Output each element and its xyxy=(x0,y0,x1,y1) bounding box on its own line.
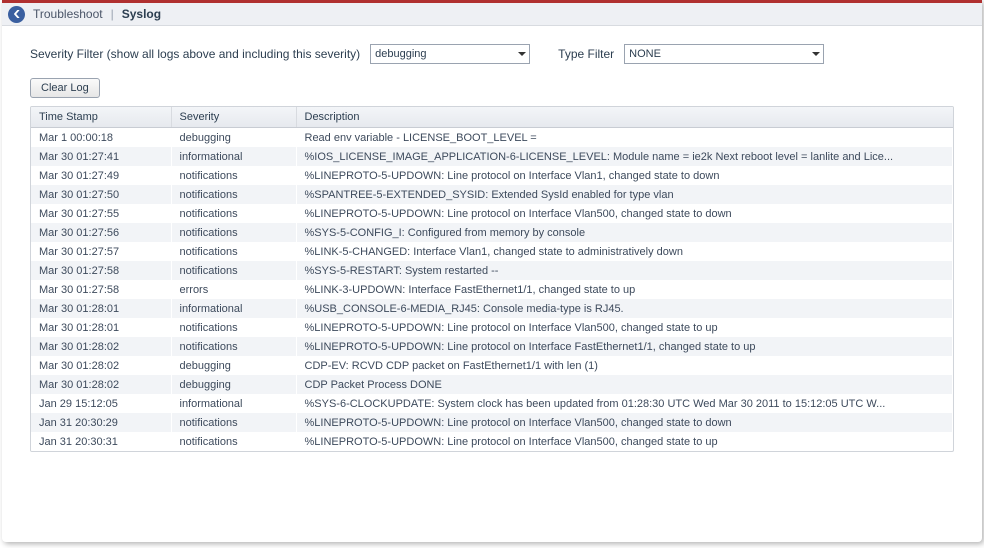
table-row[interactable]: Mar 30 01:28:01notifications%LINEPROTO-5… xyxy=(31,318,953,337)
chevron-down-icon xyxy=(812,52,820,56)
chevron-down-icon xyxy=(518,52,526,56)
cell-timestamp: Mar 30 01:27:58 xyxy=(31,280,171,299)
cell-timestamp: Mar 30 01:27:55 xyxy=(31,204,171,223)
table-header-row: Time Stamp Severity Description xyxy=(31,107,953,128)
cell-timestamp: Mar 30 01:27:41 xyxy=(31,147,171,166)
syslog-table-container: Time Stamp Severity Description Mar 1 00… xyxy=(30,106,954,452)
cell-severity: notifications xyxy=(171,318,296,337)
clear-log-button[interactable]: Clear Log xyxy=(30,78,100,98)
cell-severity: errors xyxy=(171,280,296,299)
cell-description: CDP-EV: RCVD CDP packet on FastEthernet1… xyxy=(296,356,953,375)
cell-severity: notifications xyxy=(171,204,296,223)
cell-severity: notifications xyxy=(171,413,296,432)
cell-timestamp: Jan 31 20:30:29 xyxy=(31,413,171,432)
table-row[interactable]: Jan 29 15:12:05informational%SYS-6-CLOCK… xyxy=(31,394,953,413)
cell-timestamp: Mar 30 01:27:56 xyxy=(31,223,171,242)
table-row[interactable]: Mar 30 01:28:02debuggingCDP-EV: RCVD CDP… xyxy=(31,356,953,375)
cell-severity: notifications xyxy=(171,166,296,185)
cell-timestamp: Mar 30 01:27:50 xyxy=(31,185,171,204)
cell-severity: debugging xyxy=(171,375,296,394)
table-row[interactable]: Mar 30 01:27:58errors%LINK-3-UPDOWN: Int… xyxy=(31,280,953,299)
cell-timestamp: Mar 30 01:27:57 xyxy=(31,242,171,261)
breadcrumb-parent[interactable]: Troubleshoot xyxy=(33,7,103,21)
filter-row: Severity Filter (show all logs above and… xyxy=(30,44,954,64)
table-row[interactable]: Jan 31 20:30:31notifications%LINEPROTO-5… xyxy=(31,432,953,451)
topbar: Troubleshoot | Syslog xyxy=(2,0,982,26)
cell-description: %IOS_LICENSE_IMAGE_APPLICATION-6-LICENSE… xyxy=(296,147,953,166)
cell-severity: notifications xyxy=(171,223,296,242)
table-row[interactable]: Mar 30 01:27:57notifications%LINK-5-CHAN… xyxy=(31,242,953,261)
cell-severity: notifications xyxy=(171,242,296,261)
severity-filter-value: debugging xyxy=(375,48,426,60)
cell-severity: notifications xyxy=(171,432,296,451)
syslog-table: Time Stamp Severity Description Mar 1 00… xyxy=(31,107,953,451)
type-filter-label: Type Filter xyxy=(558,47,614,61)
cell-description: %LINEPROTO-5-UPDOWN: Line protocol on In… xyxy=(296,432,953,451)
cell-timestamp: Mar 30 01:28:02 xyxy=(31,337,171,356)
cell-severity: debugging xyxy=(171,356,296,375)
table-row[interactable]: Mar 30 01:28:02debuggingCDP Packet Proce… xyxy=(31,375,953,394)
breadcrumb-separator: | xyxy=(111,7,114,21)
table-row[interactable]: Mar 30 01:27:50notifications%SPANTREE-5-… xyxy=(31,185,953,204)
cell-description: %LINEPROTO-5-UPDOWN: Line protocol on In… xyxy=(296,318,953,337)
cell-timestamp: Mar 30 01:28:02 xyxy=(31,356,171,375)
cell-description: %SYS-6-CLOCKUPDATE: System clock has bee… xyxy=(296,394,953,413)
cell-severity: informational xyxy=(171,299,296,318)
table-row[interactable]: Jan 31 20:30:29notifications%LINEPROTO-5… xyxy=(31,413,953,432)
cell-description: Read env variable - LICENSE_BOOT_LEVEL = xyxy=(296,128,953,148)
cell-timestamp: Mar 30 01:28:01 xyxy=(31,299,171,318)
table-row[interactable]: Mar 1 00:00:18debuggingRead env variable… xyxy=(31,128,953,148)
cell-description: CDP Packet Process DONE xyxy=(296,375,953,394)
type-filter-value: NONE xyxy=(629,48,661,60)
cell-description: %SPANTREE-5-EXTENDED_SYSID: Extended Sys… xyxy=(296,185,953,204)
table-row[interactable]: Mar 30 01:27:55notifications%LINEPROTO-5… xyxy=(31,204,953,223)
cell-timestamp: Mar 30 01:27:58 xyxy=(31,261,171,280)
table-row[interactable]: Mar 30 01:28:02notifications%LINEPROTO-5… xyxy=(31,337,953,356)
cell-description: %LINK-5-CHANGED: Interface Vlan1, change… xyxy=(296,242,953,261)
cell-timestamp: Mar 1 00:00:18 xyxy=(31,128,171,148)
table-row[interactable]: Mar 30 01:27:58notifications%SYS-5-RESTA… xyxy=(31,261,953,280)
cell-timestamp: Mar 30 01:27:49 xyxy=(31,166,171,185)
cell-severity: informational xyxy=(171,147,296,166)
cell-description: %LINK-3-UPDOWN: Interface FastEthernet1/… xyxy=(296,280,953,299)
severity-filter-label: Severity Filter (show all logs above and… xyxy=(30,47,360,61)
table-row[interactable]: Mar 30 01:28:01informational%USB_CONSOLE… xyxy=(31,299,953,318)
table-row[interactable]: Mar 30 01:27:41informational%IOS_LICENSE… xyxy=(31,147,953,166)
cell-severity: notifications xyxy=(171,185,296,204)
col-header-description[interactable]: Description xyxy=(296,107,953,128)
cell-severity: notifications xyxy=(171,337,296,356)
col-header-severity[interactable]: Severity xyxy=(171,107,296,128)
table-row[interactable]: Mar 30 01:27:49notifications%LINEPROTO-5… xyxy=(31,166,953,185)
severity-filter-select[interactable]: debugging xyxy=(370,44,530,64)
cell-severity: debugging xyxy=(171,128,296,148)
col-header-timestamp[interactable]: Time Stamp xyxy=(31,107,171,128)
cell-timestamp: Jan 29 15:12:05 xyxy=(31,394,171,413)
cell-description: %USB_CONSOLE-6-MEDIA_RJ45: Console media… xyxy=(296,299,953,318)
cell-description: %LINEPROTO-5-UPDOWN: Line protocol on In… xyxy=(296,337,953,356)
cell-timestamp: Mar 30 01:28:01 xyxy=(31,318,171,337)
cell-description: %LINEPROTO-5-UPDOWN: Line protocol on In… xyxy=(296,204,953,223)
cell-description: %LINEPROTO-5-UPDOWN: Line protocol on In… xyxy=(296,413,953,432)
cell-description: %SYS-5-CONFIG_I: Configured from memory … xyxy=(296,223,953,242)
cell-timestamp: Jan 31 20:30:31 xyxy=(31,432,171,451)
cell-severity: informational xyxy=(171,394,296,413)
cell-description: %SYS-5-RESTART: System restarted -- xyxy=(296,261,953,280)
type-filter-select[interactable]: NONE xyxy=(624,44,824,64)
cell-severity: notifications xyxy=(171,261,296,280)
table-row[interactable]: Mar 30 01:27:56notifications%SYS-5-CONFI… xyxy=(31,223,953,242)
content-area: Severity Filter (show all logs above and… xyxy=(2,26,982,462)
cell-description: %LINEPROTO-5-UPDOWN: Line protocol on In… xyxy=(296,166,953,185)
chevron-left-icon xyxy=(13,10,21,18)
back-button[interactable] xyxy=(8,6,25,23)
breadcrumb-current: Syslog xyxy=(122,7,161,21)
breadcrumb: Troubleshoot | Syslog xyxy=(33,7,161,21)
cell-timestamp: Mar 30 01:28:02 xyxy=(31,375,171,394)
